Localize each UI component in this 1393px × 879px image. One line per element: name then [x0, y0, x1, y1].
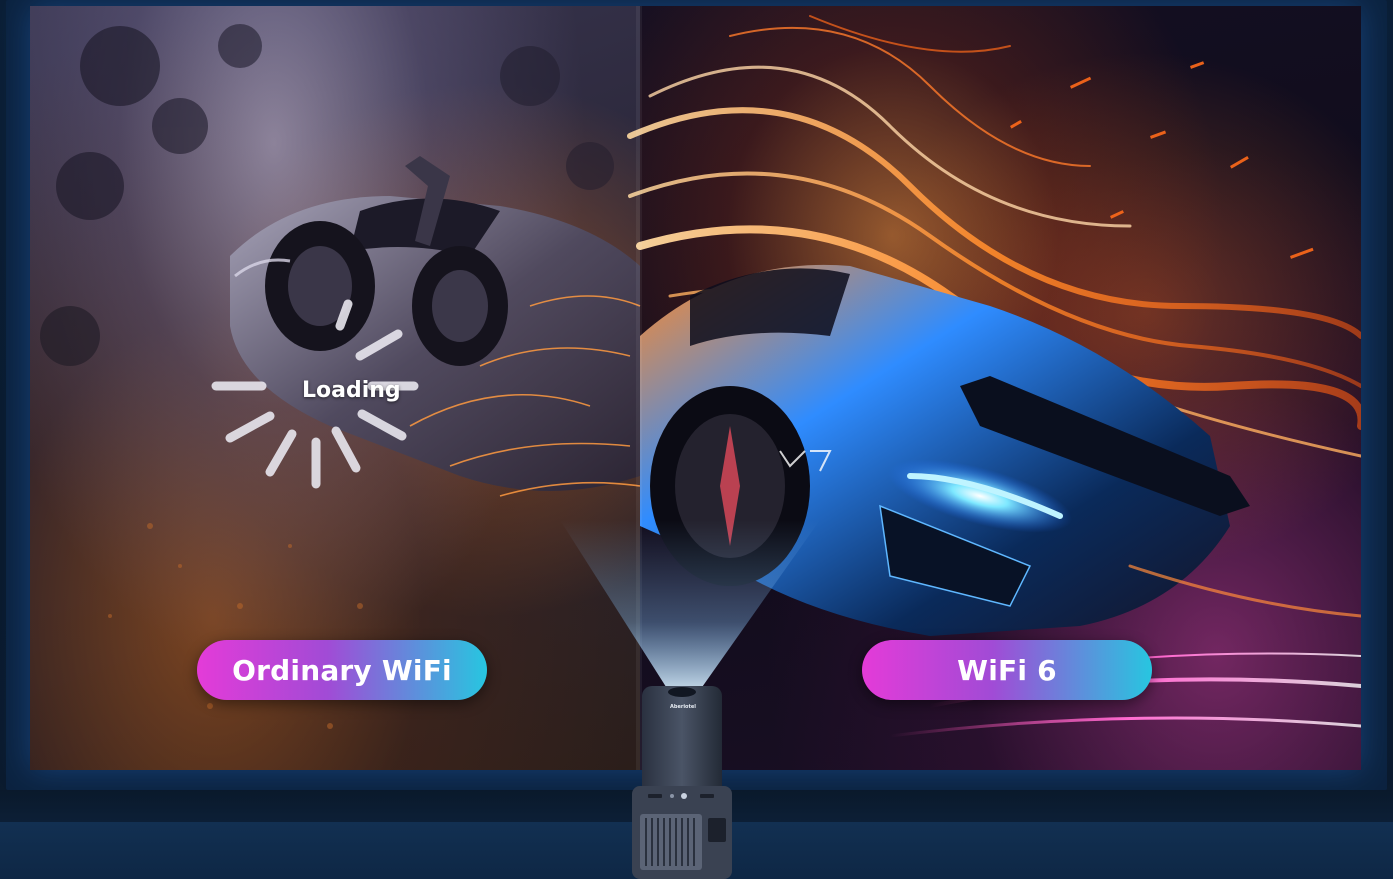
wifi6-badge: WiFi 6 [862, 640, 1152, 700]
projector-device [632, 686, 732, 879]
projector-brand-logo: Aberiotel [670, 704, 696, 710]
loading-label: Loading [302, 378, 401, 403]
ordinary-wifi-badge: Ordinary WiFi [197, 640, 487, 700]
product-comparison-scene: Loading Ordinary WiFi WiFi 6 Aberiotel [0, 0, 1393, 879]
